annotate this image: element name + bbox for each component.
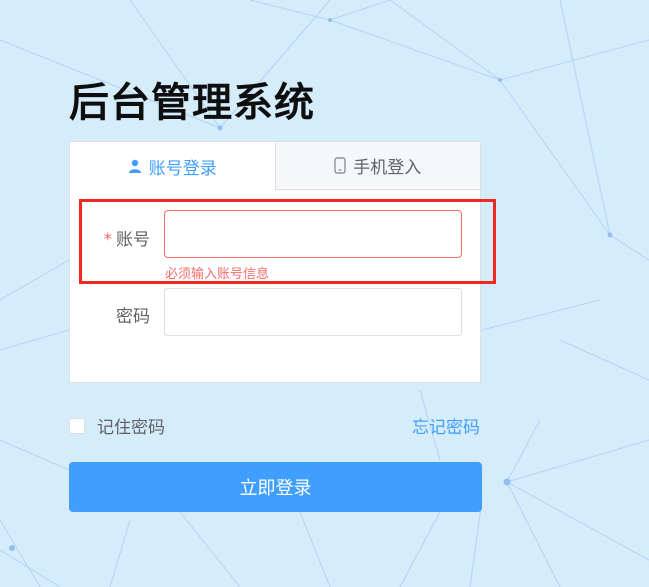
login-panel: 账号登录 手机登入 * 账号 必须输入账号信息 密码 — [69, 141, 481, 383]
password-label: 密码 — [116, 307, 150, 327]
page-title: 后台管理系统 — [69, 80, 315, 126]
remember-label: 记住密码 — [97, 418, 165, 438]
tab-account-login[interactable]: 账号登录 — [70, 142, 275, 190]
account-input[interactable] — [164, 210, 462, 258]
tab-phone-login[interactable]: 手机登入 — [274, 142, 480, 190]
remember-password[interactable]: 记住密码 — [69, 413, 165, 438]
tab-phone-login-label: 手机登入 — [353, 158, 422, 178]
account-error-message: 必须输入账号信息 — [165, 267, 270, 282]
tab-account-login-label: 账号登录 — [148, 158, 217, 179]
login-tabs: 账号登录 手机登入 — [70, 142, 480, 190]
login-button[interactable]: 立即登录 — [69, 462, 482, 512]
remember-checkbox[interactable] — [69, 417, 85, 434]
mobile-phone-icon — [334, 157, 346, 174]
required-mark: * — [103, 230, 113, 250]
forgot-password-link[interactable]: 忘记密码 — [412, 413, 480, 438]
account-label: * 账号 — [103, 230, 151, 250]
user-icon — [128, 159, 141, 173]
password-input[interactable] — [164, 288, 462, 336]
